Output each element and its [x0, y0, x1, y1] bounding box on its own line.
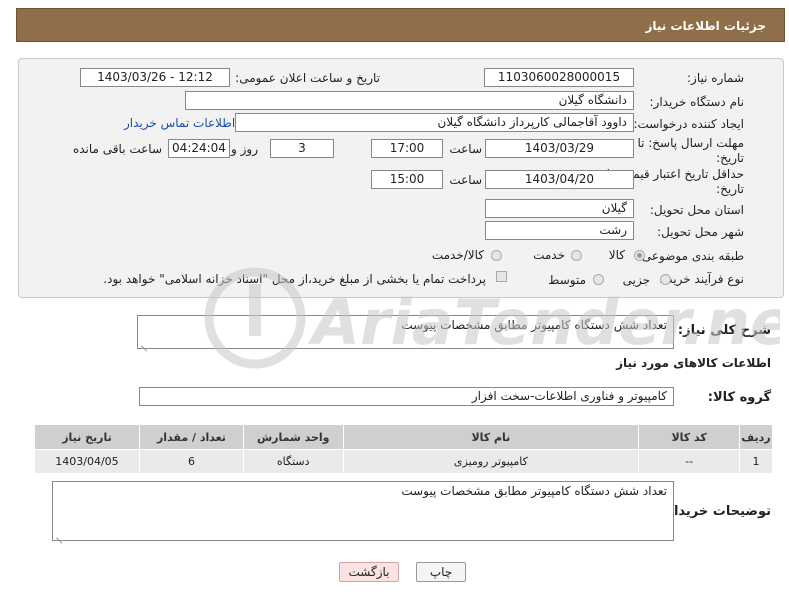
validity-hour-label: ساعت	[449, 173, 482, 187]
category-option-service: خدمت	[533, 248, 565, 262]
goods-table-header-row: ردیف کد کالا نام کالا واحد شمارش تعداد /…	[34, 424, 773, 450]
col-header-need-date: تاریخ نیاز	[34, 424, 140, 450]
process-radio-medium[interactable]	[593, 274, 604, 285]
category-label: طبقه بندی موضوعی:	[637, 249, 744, 263]
col-header-row-number: ردیف	[739, 424, 773, 450]
back-button[interactable]: بازگشت	[339, 562, 399, 582]
buyer-org-label: نام دستگاه خریدار:	[649, 95, 745, 109]
province-field: گیلان	[485, 199, 634, 218]
cell-row-number: 1	[739, 449, 773, 474]
deadline-hour-label: ساعت	[449, 142, 482, 156]
deadline-time-field: 17:00	[371, 139, 443, 158]
table-row: 1 -- کامپیوتر رومیزی دستگاه 6 1403/04/05	[34, 449, 773, 474]
announce-date-label: تاریخ و ساعت اعلان عمومی:	[235, 71, 380, 85]
need-number-label: شماره نیاز:	[687, 71, 744, 85]
treasury-payment-checkbox[interactable]	[496, 271, 507, 282]
cell-goods-name: کامپیوتر رومیزی	[342, 449, 640, 474]
buyer-notes-textarea[interactable]: تعداد شش دستگاه کامپیوتر مطابق مشخصات پی…	[52, 481, 674, 541]
resize-grip-icon[interactable]	[55, 530, 64, 538]
deadline-date-field: 1403/03/29	[485, 139, 634, 158]
remaining-time-field: 04:24:04	[168, 139, 230, 158]
creator-label: ایجاد کننده درخواست:	[633, 117, 744, 131]
days-remaining-field: 3	[270, 139, 334, 158]
day-and-label: روز و	[231, 142, 258, 156]
process-radio-minor[interactable]	[660, 274, 671, 285]
cell-goods-code: --	[638, 449, 741, 474]
buyer-contact-link[interactable]: اطلاعات تماس خریدار	[124, 116, 235, 130]
city-label: شهر محل تحویل:	[657, 225, 744, 239]
buyer-org-field: دانشگاه گیلان	[185, 91, 634, 110]
process-label: نوع فرآیند خرید :	[659, 272, 744, 286]
resize-grip-icon[interactable]	[140, 338, 149, 346]
summary-textarea[interactable]: تعداد شش دستگاه کامپیوتر مطابق مشخصات پی…	[137, 315, 674, 349]
col-header-quantity: تعداد / مقدار	[138, 424, 244, 450]
remaining-time-label: ساعت باقی مانده	[72, 142, 162, 156]
category-option-goods: کالا	[608, 248, 625, 262]
buyer-notes-text: تعداد شش دستگاه کامپیوتر مطابق مشخصات پی…	[401, 484, 667, 498]
city-field: رشت	[485, 221, 634, 240]
buyer-notes-label: توضیحات خریدار:	[661, 504, 771, 519]
validity-date-field: 1403/04/20	[485, 170, 634, 189]
print-button[interactable]: چاپ	[416, 562, 466, 582]
province-label: استان محل تحویل:	[649, 203, 744, 217]
deadline-label: مهلت ارسال پاسخ: تا	[637, 136, 744, 150]
need-number-field: 1103060028000015	[484, 68, 634, 87]
category-option-goods-service: کالا/خدمت	[431, 248, 484, 262]
category-radio-goods[interactable]	[634, 250, 645, 261]
cell-unit: دستگاه	[242, 449, 344, 474]
process-option-minor: جزیی	[622, 273, 650, 287]
validity-time-field: 15:00	[371, 170, 443, 189]
creator-field: داوود آقاجمالی کارپرداز دانشگاه گیلان	[235, 113, 634, 132]
cell-need-date: 1403/04/05	[34, 449, 140, 474]
validity-date-label: تاریخ:	[716, 182, 744, 196]
category-radio-service[interactable]	[571, 250, 582, 261]
col-header-goods-code: کد کالا	[638, 424, 741, 450]
col-header-goods-name: نام کالا	[342, 424, 640, 450]
process-option-medium: متوسط	[548, 273, 586, 287]
goods-section-title: اطلاعات کالاهای مورد نیاز	[616, 356, 771, 370]
category-radio-goods-service[interactable]	[491, 250, 502, 261]
summary-text: تعداد شش دستگاه کامپیوتر مطابق مشخصات پی…	[401, 318, 667, 332]
page-title: جزئیات اطلاعات نیاز	[645, 19, 766, 33]
treasury-payment-note: پرداخت تمام یا بخشی از مبلغ خرید،از محل …	[103, 272, 486, 286]
goods-group-label: گروه کالا:	[707, 390, 771, 405]
goods-table: ردیف کد کالا نام کالا واحد شمارش تعداد /…	[34, 424, 773, 474]
col-header-unit: واحد شمارش	[242, 424, 344, 450]
deadline-date-label: تاریخ:	[716, 151, 744, 165]
page-header: جزئیات اطلاعات نیاز	[16, 8, 785, 42]
summary-label: شرح کلی نیاز:	[677, 323, 771, 338]
announce-date-field: 1403/03/26 - 12:12	[80, 68, 230, 87]
goods-group-field: کامپیوتر و فناوری اطلاعات-سخت افزار	[139, 387, 674, 406]
cell-quantity: 6	[138, 449, 244, 474]
